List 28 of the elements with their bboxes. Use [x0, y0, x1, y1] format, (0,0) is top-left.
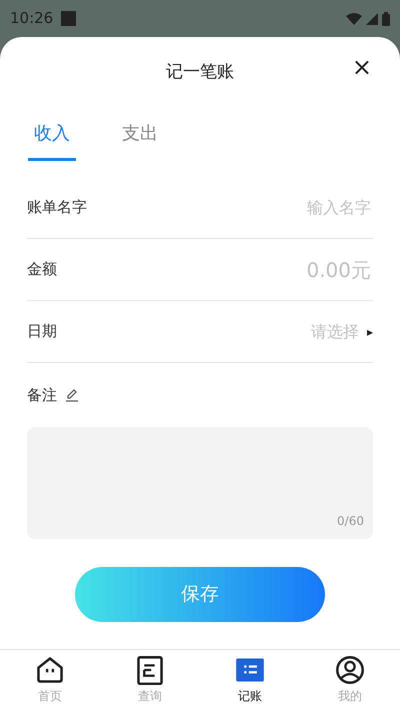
pencil-icon[interactable] — [65, 388, 79, 402]
battery-icon — [382, 12, 390, 26]
tab[interactable]: 收入 — [28, 109, 76, 161]
amount-field[interactable]: 0.00元 — [223, 254, 373, 286]
save-button[interactable]: 保存 — [75, 567, 325, 622]
status-time: 10:26 — [10, 8, 54, 30]
date-field[interactable]: 请选择 — [280, 318, 361, 344]
nav-tab[interactable]: 首页 — [0, 650, 100, 712]
sheet-title: 记一笔账 — [166, 61, 234, 84]
nav-tab[interactable]: 我的 — [300, 650, 400, 712]
tab[interactable]: 支出 — [116, 109, 164, 161]
field-label: 账单名字 — [27, 197, 87, 218]
name-field[interactable]: 输入名字 — [223, 194, 373, 220]
note-label: 备注 — [27, 384, 57, 406]
user-icon — [335, 655, 365, 685]
notification-icon — [61, 11, 76, 26]
caret-icon: ▸ — [366, 322, 373, 340]
nav-tab[interactable]: 查询 — [100, 650, 200, 712]
home-icon — [35, 655, 65, 685]
note-textarea[interactable]: 0/60 — [27, 427, 373, 539]
nav-tab[interactable]: 记账 — [200, 650, 300, 712]
close-button[interactable]: × — [348, 55, 376, 79]
character-counter: 0/60 — [337, 513, 364, 530]
document-icon — [135, 655, 165, 685]
signal-icon — [366, 12, 378, 24]
field-label: 日期 — [27, 321, 57, 342]
wifi-icon — [346, 12, 362, 24]
field-label: 金额 — [27, 259, 57, 280]
